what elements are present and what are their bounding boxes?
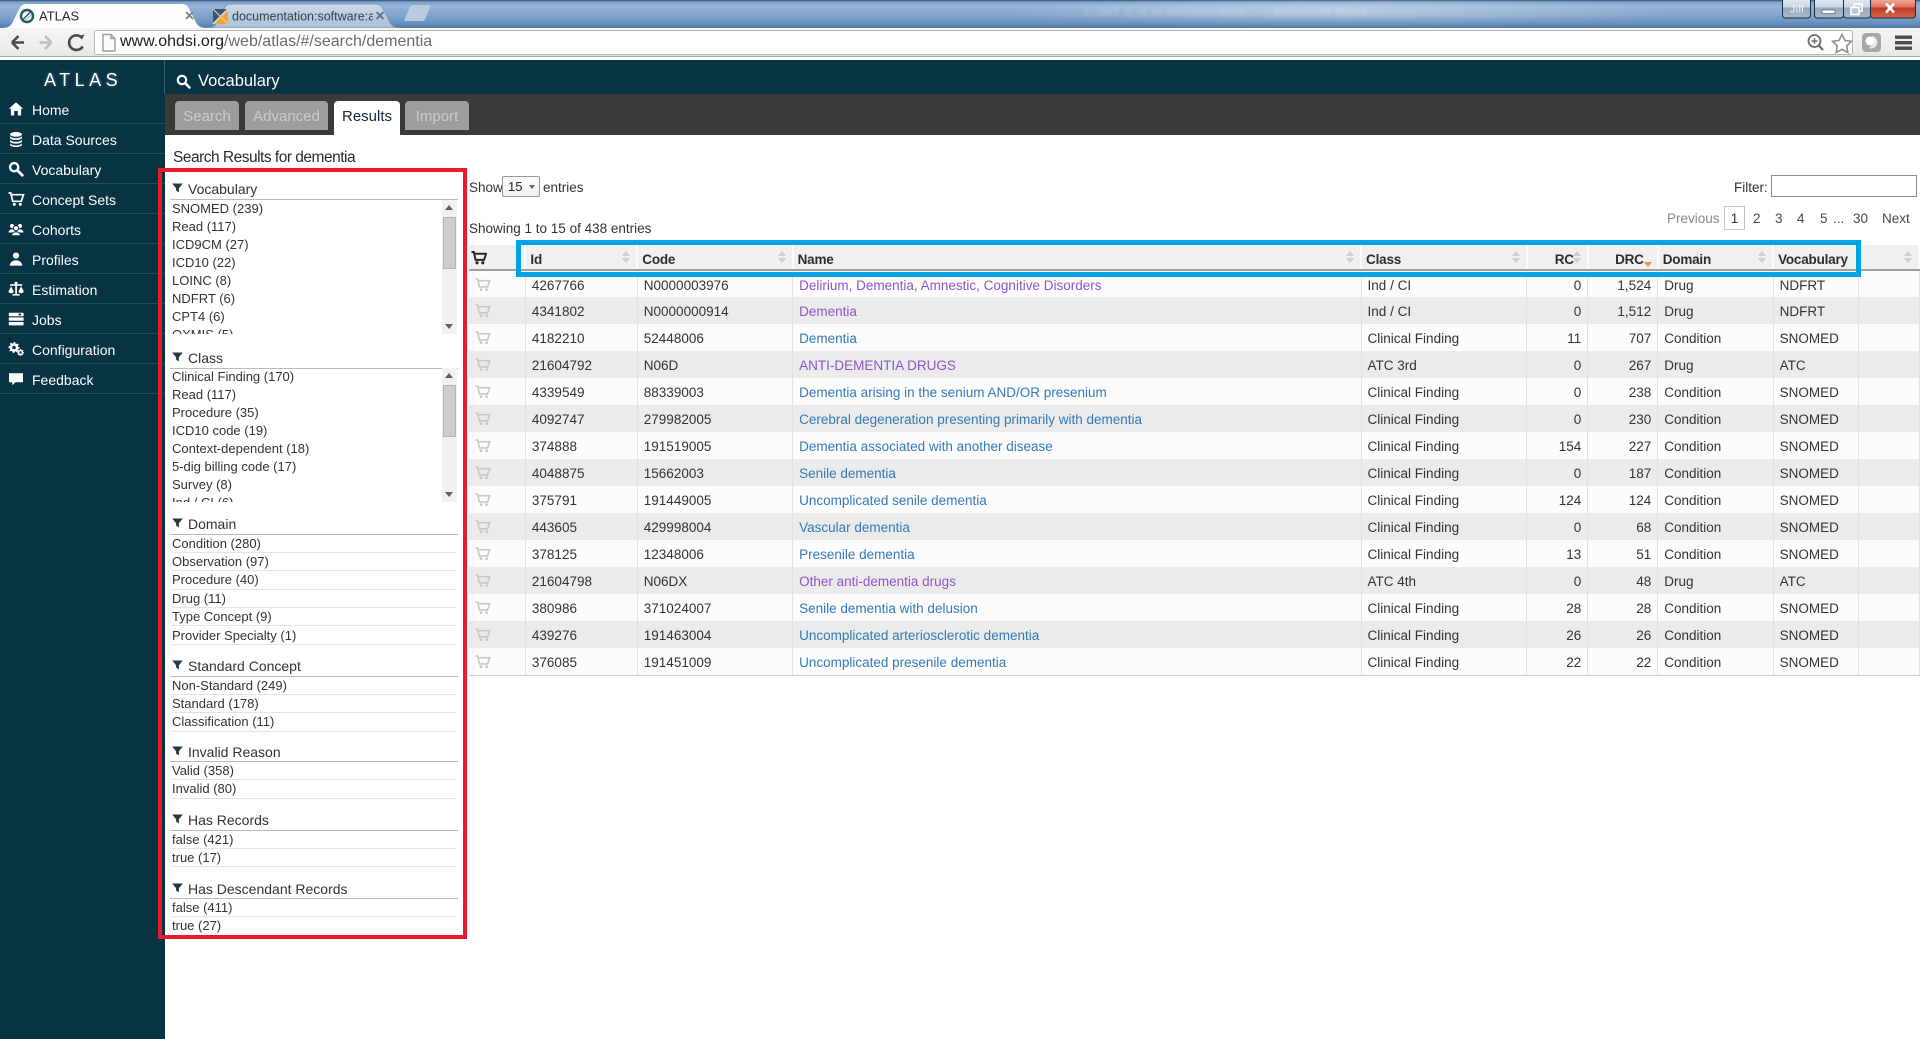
svg-text:documentation:software:a: documentation:software:a (232, 10, 375, 24)
svg-text:Jill: Jill (1790, 4, 1804, 16)
svg-text:ATLAS: ATLAS (39, 9, 80, 24)
